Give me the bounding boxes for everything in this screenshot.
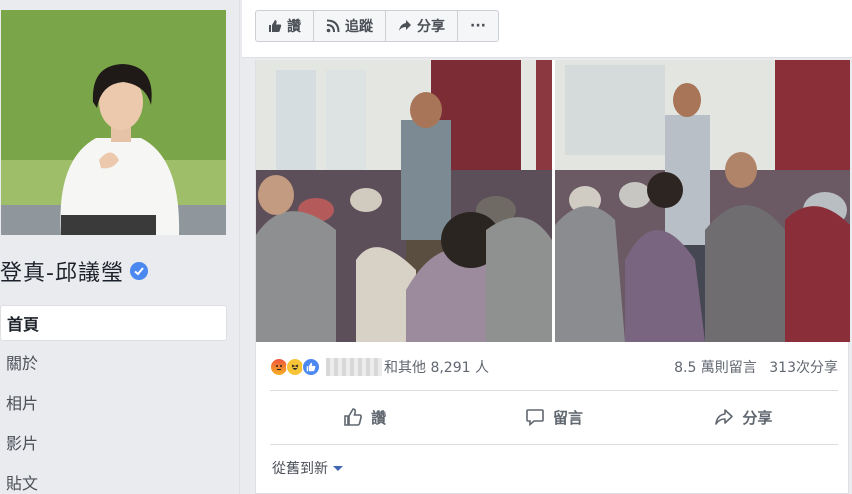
post-photo-left[interactable] <box>256 60 552 342</box>
share-arrow-outline-icon <box>715 409 734 425</box>
like-post-label: 讚 <box>371 408 387 427</box>
share-post-button[interactable]: 分享 <box>649 395 838 439</box>
post-stats: 8.5 萬則留言 313次分享 <box>666 357 838 377</box>
divider <box>270 390 838 391</box>
verified-badge-icon <box>129 262 148 280</box>
profile-photo-image <box>1 10 226 235</box>
page-name-row: 登真-邱議瑩 <box>0 255 148 287</box>
like-page-label: 讚 <box>287 19 301 35</box>
meeting-photo-right <box>555 60 850 342</box>
nav-item-label: 相片 <box>6 394 39 413</box>
post-card: 和其他 8,291 人 8.5 萬則留言 313次分享 讚 留言 分享 從舊到新 <box>255 60 850 494</box>
meeting-photo-left <box>256 60 552 342</box>
share-count[interactable]: 313次分享 <box>769 360 838 376</box>
thumbs-up-outline-icon <box>344 408 363 426</box>
comment-button[interactable]: 留言 <box>459 395 648 439</box>
rss-icon <box>326 19 340 33</box>
share-post-label: 分享 <box>742 408 773 427</box>
nav-item-about[interactable]: 關於 <box>0 343 227 381</box>
action-button-group: 讚 追蹤 分享 ··· <box>255 10 499 42</box>
share-page-button[interactable]: 分享 <box>386 11 458 41</box>
nav-item-videos[interactable]: 影片 <box>0 423 227 461</box>
nav-item-home[interactable]: 首頁 <box>0 305 227 341</box>
comment-sort-dropdown[interactable]: 從舊到新 <box>272 458 343 478</box>
more-options-button[interactable]: ··· <box>458 11 498 41</box>
follow-label: 追蹤 <box>345 19 373 35</box>
post-actions: 讚 留言 分享 <box>270 395 838 439</box>
reaction-summary-row: 和其他 8,291 人 8.5 萬則留言 313次分享 <box>270 355 838 379</box>
reaction-icons[interactable] <box>270 358 320 376</box>
post-photo-right[interactable] <box>555 60 850 342</box>
nav-item-label: 影片 <box>6 434 39 453</box>
comment-count[interactable]: 8.5 萬則留言 <box>674 360 757 376</box>
page-nav: 首頁 關於 相片 影片 貼文 <box>0 305 227 494</box>
thumbs-up-icon <box>269 20 282 32</box>
share-arrow-icon <box>399 20 411 31</box>
page-action-bar: 讚 追蹤 分享 ··· <box>242 0 852 58</box>
nav-item-label: 關於 <box>6 354 39 373</box>
nav-item-label: 首頁 <box>7 315 40 334</box>
like-post-button[interactable]: 讚 <box>270 395 459 439</box>
like-page-button[interactable]: 讚 <box>256 11 314 41</box>
post-photos <box>256 60 850 342</box>
comment-sort-label: 從舊到新 <box>272 461 328 477</box>
comment-bubble-icon <box>526 409 544 427</box>
caret-down-icon <box>333 465 343 471</box>
more-options-icon: ··· <box>470 18 486 34</box>
nav-item-photos[interactable]: 相片 <box>0 383 227 421</box>
divider <box>270 444 838 445</box>
blurred-reactor-names <box>326 358 382 376</box>
share-page-label: 分享 <box>417 19 445 35</box>
comment-label: 留言 <box>552 408 583 427</box>
left-sidebar: 登真-邱議瑩 首頁 關於 相片 影片 貼文 <box>0 0 240 494</box>
reaction-count[interactable]: 和其他 8,291 人 <box>384 357 489 377</box>
follow-button[interactable]: 追蹤 <box>314 11 386 41</box>
like-reaction-icon <box>302 358 320 376</box>
nav-item-label: 貼文 <box>6 474 39 493</box>
page-name[interactable]: 登真-邱議瑩 <box>0 255 124 287</box>
nav-item-posts[interactable]: 貼文 <box>0 463 227 494</box>
profile-photo[interactable] <box>1 10 226 235</box>
